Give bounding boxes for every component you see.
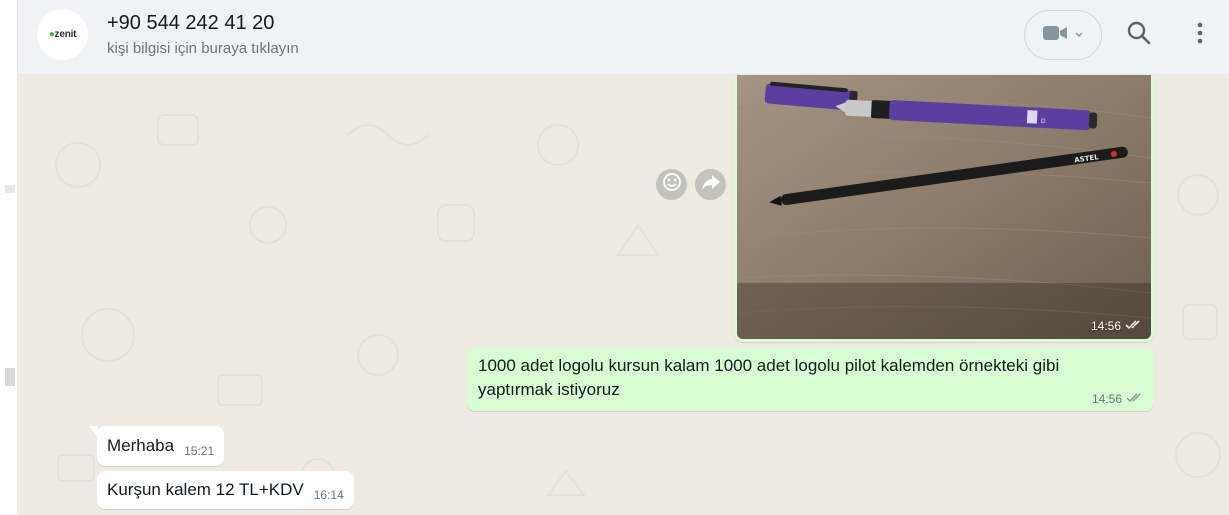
pen-pencil-photo[interactable]: D ASTEL 14:56 (737, 75, 1151, 339)
left-panel-edge (0, 0, 18, 515)
message-time: 16:14 (313, 488, 344, 502)
image-timestamp: 14:56 (1091, 319, 1143, 333)
bubble-tail (89, 426, 98, 438)
double-check-icon (1126, 392, 1144, 406)
video-call-button[interactable] (1024, 10, 1102, 60)
contact-info-hint[interactable]: kişi bilgisi için buraya tıklayın (107, 40, 299, 57)
forward-arrow-icon (701, 173, 721, 196)
chevron-down-icon (1074, 26, 1084, 44)
photo-drawing: D ASTEL (737, 75, 1151, 339)
chat-area[interactable]: D ASTEL 14:56 1000 adet logolu kursun ka… (18, 75, 1229, 515)
incoming-message[interactable]: Merhaba 15:21 (89, 426, 225, 466)
message-text: Kurşun kalem 12 TL+KDV (107, 480, 304, 499)
avatar-logo: ●zenit (48, 29, 77, 40)
emoji-reaction-button[interactable] (656, 169, 687, 200)
incoming-message[interactable]: Kurşun kalem 12 TL+KDV 16:14 (97, 471, 354, 509)
more-vertical-icon (1197, 22, 1203, 49)
message-time: 14:56 (1091, 392, 1122, 406)
pen-logo-text: D (1041, 118, 1046, 125)
video-camera-icon (1042, 24, 1068, 47)
avatar[interactable]: ●zenit (37, 9, 88, 60)
search-icon (1126, 20, 1152, 51)
chat-header[interactable]: ●zenit +90 544 242 41 20 kişi bilgisi iç… (18, 0, 1229, 75)
outgoing-message[interactable]: 1000 adet logolu kursun kalam 1000 adet … (467, 348, 1154, 411)
image-message[interactable]: D ASTEL 14:56 (734, 75, 1154, 342)
menu-button[interactable] (1190, 20, 1210, 50)
message-text: 1000 adet logolu kursun kalam 1000 adet … (478, 356, 1060, 399)
double-check-icon (1125, 319, 1143, 333)
search-button[interactable] (1124, 20, 1154, 50)
message-time: 15:21 (184, 444, 215, 458)
message-text: Merhaba (107, 436, 175, 455)
scroll-arrow[interactable] (5, 185, 15, 193)
smiley-icon (662, 172, 682, 197)
message-meta: 14:56 (1092, 392, 1144, 406)
contact-name[interactable]: +90 544 242 41 20 (107, 12, 274, 35)
forward-button[interactable] (695, 169, 726, 200)
scrollbar-thumb[interactable] (5, 368, 15, 386)
